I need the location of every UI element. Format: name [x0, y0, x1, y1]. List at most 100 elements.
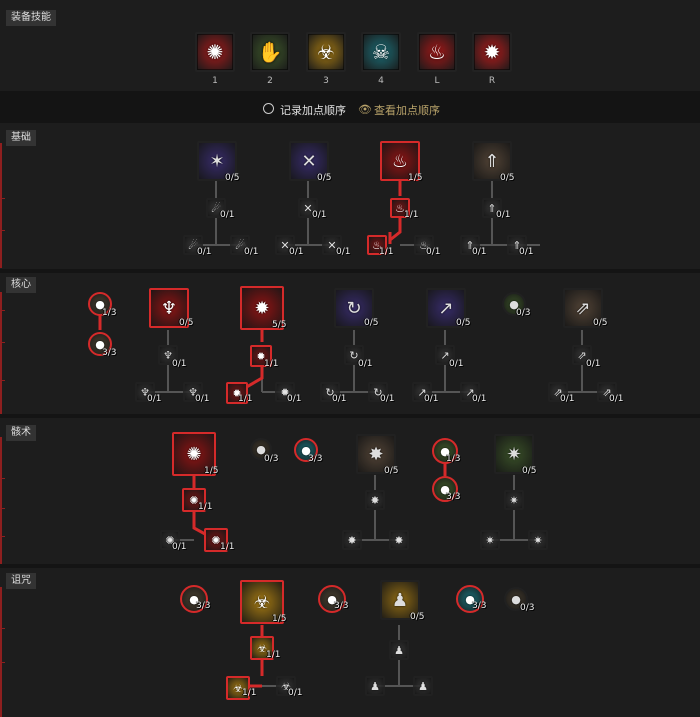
skill-rank: 1/1 [242, 688, 257, 698]
order-row: 记录加点顺序 👁 查看加点顺序 [0, 101, 700, 117]
skill-node[interactable]: ♟ [365, 676, 385, 696]
skill-rank: 5/5 [272, 320, 287, 330]
skill-node[interactable]: ✷ [504, 490, 524, 510]
skill-rank: 0/5 [317, 173, 332, 183]
upgrade-icon: ✷ [509, 493, 519, 507]
tick [2, 508, 5, 509]
skill-rank: 1/1 [264, 359, 279, 369]
skill-node[interactable]: ✷ [528, 530, 548, 550]
skill-rank: 0/5 [593, 318, 608, 328]
skill-node[interactable]: ♟ [389, 640, 409, 660]
section-curse [0, 568, 700, 717]
skill-rank: 1/1 [220, 542, 235, 552]
upgrade-icon: ♟ [370, 679, 380, 693]
skill-rank: 0/1 [288, 688, 303, 698]
skill-node[interactable]: ✷ [480, 530, 500, 550]
skill-rank: 0/1 [336, 247, 351, 257]
skill-rank: 0/1 [609, 394, 624, 404]
skill-rank: 0/1 [172, 359, 187, 369]
skill-rank: 0/1 [496, 210, 511, 220]
skull-cloud-icon: ☠ [372, 40, 390, 64]
skill-rank: 1/1 [266, 650, 281, 660]
skill-rank: 0/5 [364, 318, 379, 328]
equip-key-label: R [488, 76, 496, 86]
upgrade-icon: ✸ [347, 533, 357, 547]
skill-rank: 1/1 [238, 394, 253, 404]
skill-node[interactable]: ♟ [413, 676, 433, 696]
tick [2, 536, 5, 537]
view-order-link[interactable]: 查看加点顺序 [374, 102, 440, 118]
section-label-core: 核心 [6, 277, 36, 293]
equip-slot-R[interactable]: ✹ [472, 32, 512, 72]
skill-rank: 0/1 [586, 359, 601, 369]
skill-rank: 0/3 [516, 308, 531, 318]
tick [2, 230, 5, 231]
equip-slot-2[interactable]: ✋ [250, 32, 290, 72]
bone-hand-icon: ✋ [257, 40, 283, 64]
eye-icon[interactable]: 👁 [358, 103, 372, 116]
skill-rank: 0/5 [522, 466, 537, 476]
section-label-basic: 基础 [6, 130, 36, 146]
equip-slot-L[interactable]: ♨ [417, 32, 457, 72]
skill-rank: 0/1 [147, 394, 162, 404]
equip-slot-3[interactable]: ☣ [306, 32, 346, 72]
skill-rank: 3/3 [196, 601, 211, 611]
section-label-curse: 诅咒 [6, 573, 36, 589]
upgrade-icon: ♟ [418, 679, 428, 693]
skill-rank: 0/5 [225, 173, 240, 183]
equip-key-label: 2 [267, 76, 273, 86]
skill-rank: 3/3 [102, 348, 117, 358]
skill-rank: 0/1 [424, 394, 439, 404]
skill-rank: 1/1 [198, 502, 213, 512]
skill-rank: 3/3 [446, 492, 461, 502]
tick [2, 380, 5, 381]
skill-rank: 1/1 [379, 247, 394, 257]
skill-node[interactable]: ✸ [365, 490, 385, 510]
skill-rank: 0/5 [179, 318, 194, 328]
skill-rank: 0/1 [449, 359, 464, 369]
equip-key-label: 1 [212, 76, 218, 86]
equip-key-label: 4 [378, 76, 384, 86]
tick [2, 198, 5, 199]
skill-node[interactable]: ✸ [389, 530, 409, 550]
skill-node[interactable]: ✸ [342, 530, 362, 550]
skill-rank: 0/1 [195, 394, 210, 404]
blood-orb-icon: ✹ [483, 40, 501, 64]
skill-rank: 0/1 [560, 394, 575, 404]
skill-rank: 0/1 [197, 247, 212, 257]
tick [2, 478, 5, 479]
skill-rank: 1/5 [408, 173, 423, 183]
upgrade-icon: ✸ [370, 493, 380, 507]
skill-rank: 0/1 [312, 210, 327, 220]
equip-slot-1[interactable]: ✺ [195, 32, 235, 72]
skill-rank: 3/3 [334, 601, 349, 611]
upgrade-icon: ♟ [394, 643, 404, 657]
skill-rank: 1/1 [404, 210, 419, 220]
skill-rank: 1/3 [446, 454, 461, 464]
record-order-label[interactable]: 记录加点顺序 [280, 102, 346, 118]
upgrade-icon: ✷ [533, 533, 543, 547]
section-label-macabre: 骸术 [6, 425, 36, 441]
skill-rank: 0/5 [410, 612, 425, 622]
skill-rank: 0/3 [264, 454, 279, 464]
tick [2, 628, 5, 629]
tick [2, 662, 5, 663]
skill-rank: 0/1 [426, 247, 441, 257]
skill-rank: 1/5 [272, 614, 287, 624]
equip-slot-4[interactable]: ☠ [361, 32, 401, 72]
corpse-explosion-icon: ☣ [317, 40, 335, 64]
equip-title: 装备技能 [6, 10, 56, 26]
skill-rank: 0/1 [332, 394, 347, 404]
progress-bar [0, 143, 2, 268]
record-order-radio[interactable] [263, 103, 274, 114]
upgrade-icon: ✸ [394, 533, 404, 547]
skill-rank: 3/3 [308, 454, 323, 464]
skill-rank: 0/1 [472, 247, 487, 257]
blood-spatter-icon: ✺ [206, 40, 224, 64]
equip-panel [0, 0, 700, 91]
skill-rank: 0/1 [244, 247, 259, 257]
skill-rank: 0/1 [358, 359, 373, 369]
skill-rank: 0/5 [500, 173, 515, 183]
skill-rank: 0/5 [456, 318, 471, 328]
tick [2, 310, 5, 311]
